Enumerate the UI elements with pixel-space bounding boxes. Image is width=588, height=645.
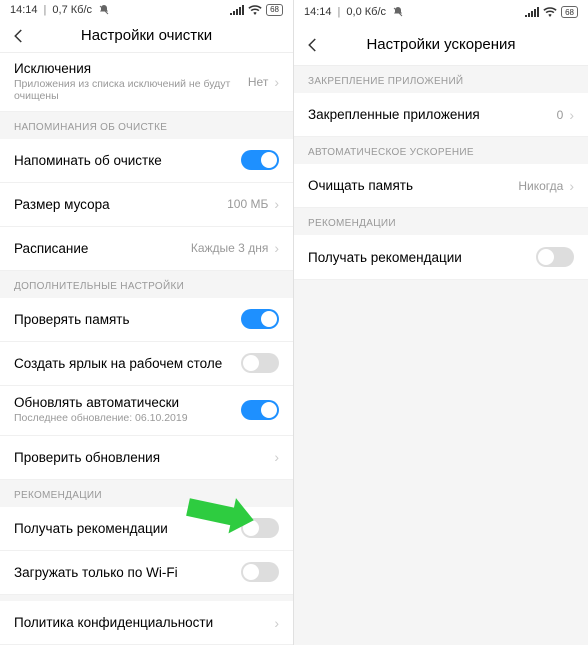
signal-icon — [230, 5, 244, 15]
pinned-apps-value: 0 — [557, 108, 564, 122]
clear-memory-value: Никогда — [518, 179, 563, 193]
row-wifi-only[interactable]: Загружать только по Wi-Fi — [0, 551, 293, 595]
check-updates-title: Проверить обновления — [14, 450, 160, 465]
status-time: 14:14 — [304, 6, 332, 18]
row-check-memory[interactable]: Проверять память — [0, 298, 293, 342]
schedule-title: Расписание — [14, 241, 88, 256]
chevron-right-icon: › — [274, 615, 279, 631]
battery-icon: 68 — [561, 6, 578, 18]
chevron-right-icon: › — [274, 449, 279, 465]
section-extra: ДОПОЛНИТЕЛЬНЫЕ НАСТРОЙКИ — [0, 271, 293, 298]
page-title: Настройки ускорения — [328, 36, 554, 53]
wifi-only-toggle[interactable] — [241, 562, 279, 582]
chevron-right-icon: › — [274, 240, 279, 256]
section-pinned: ЗАКРЕПЛЕНИЕ ПРИЛОЖЕНИЙ — [294, 66, 588, 93]
check-memory-title: Проверять память — [14, 312, 130, 327]
screen-boost-settings: 14:14 | 0,0 Кб/с 68 Настройки ускорения … — [294, 0, 588, 645]
row-desktop-shortcut[interactable]: Создать ярлык на рабочем столе — [0, 342, 293, 386]
status-time: 14:14 — [10, 4, 38, 16]
status-net-speed: 0,7 Кб/с — [52, 4, 92, 16]
remind-title: Напоминать об очистке — [14, 153, 162, 168]
chevron-right-icon: › — [569, 178, 574, 194]
row-privacy-policy[interactable]: Политика конфиденциальности › — [0, 601, 293, 645]
auto-update-title: Обновлять автоматически — [14, 395, 241, 410]
row-trash-size[interactable]: Размер мусора 100 МБ › — [0, 183, 293, 227]
back-button[interactable] — [304, 36, 328, 54]
remind-toggle[interactable] — [241, 150, 279, 170]
section-recs-right: РЕКОМЕНДАЦИИ — [294, 208, 588, 235]
recv-recs-title-right: Получать рекомендации — [308, 250, 462, 265]
chevron-right-icon: › — [274, 74, 279, 90]
row-check-updates[interactable]: Проверить обновления › — [0, 436, 293, 480]
status-bar: 14:14 | 0,7 Кб/с 68 — [0, 0, 293, 19]
auto-update-toggle[interactable] — [241, 400, 279, 420]
header: Настройки ускорения — [294, 24, 588, 66]
battery-icon: 68 — [266, 4, 283, 16]
exclusions-sub: Приложения из списка исключений не будут… — [14, 78, 248, 103]
page-title: Настройки очистки — [34, 27, 259, 44]
shortcut-title: Создать ярлык на рабочем столе — [14, 356, 222, 371]
recv-recs-title-left: Получать рекомендации — [14, 521, 168, 536]
back-button[interactable] — [10, 27, 34, 45]
row-pinned-apps[interactable]: Закрепленные приложения 0 › — [294, 93, 588, 137]
wifi-only-title: Загружать только по Wi-Fi — [14, 565, 178, 580]
header: Настройки очистки — [0, 19, 293, 53]
wifi-icon — [248, 5, 262, 15]
trash-size-value: 100 МБ — [227, 197, 268, 211]
chevron-right-icon: › — [274, 196, 279, 212]
row-clear-memory[interactable]: Очищать память Никогда › — [294, 164, 588, 208]
exclusions-title: Исключения — [14, 61, 248, 76]
row-exclusions[interactable]: Исключения Приложения из списка исключен… — [0, 53, 293, 112]
mute-icon — [98, 4, 110, 16]
schedule-value: Каждые 3 дня — [191, 241, 268, 255]
status-net-speed: 0,0 Кб/с — [346, 6, 386, 18]
trash-size-title: Размер мусора — [14, 197, 110, 212]
chevron-right-icon: › — [569, 107, 574, 123]
section-auto-boost: АВТОМАТИЧЕСКОЕ УСКОРЕНИЕ — [294, 137, 588, 164]
check-memory-toggle[interactable] — [241, 309, 279, 329]
row-recv-recs-right[interactable]: Получать рекомендации — [294, 235, 588, 280]
exclusions-value: Нет — [248, 75, 268, 89]
signal-icon — [525, 7, 539, 17]
auto-update-sub: Последнее обновление: 06.10.2019 — [14, 412, 241, 425]
clear-memory-title: Очищать память — [308, 178, 413, 193]
row-auto-update[interactable]: Обновлять автоматически Последнее обновл… — [0, 386, 293, 436]
pinned-apps-title: Закрепленные приложения — [308, 107, 480, 122]
screen-cleanup-settings: 14:14 | 0,7 Кб/с 68 Настройки очистки Ис… — [0, 0, 294, 645]
mute-icon — [392, 6, 404, 18]
recv-recs-toggle-right[interactable] — [536, 247, 574, 267]
wifi-icon — [543, 7, 557, 17]
row-remind-clean[interactable]: Напоминать об очистке — [0, 139, 293, 183]
status-bar: 14:14 | 0,0 Кб/с 68 — [294, 0, 588, 24]
section-reminders: НАПОМИНАНИЯ ОБ ОЧИСТКЕ — [0, 112, 293, 139]
row-schedule[interactable]: Расписание Каждые 3 дня › — [0, 227, 293, 271]
shortcut-toggle[interactable] — [241, 353, 279, 373]
privacy-title: Политика конфиденциальности — [14, 615, 213, 630]
